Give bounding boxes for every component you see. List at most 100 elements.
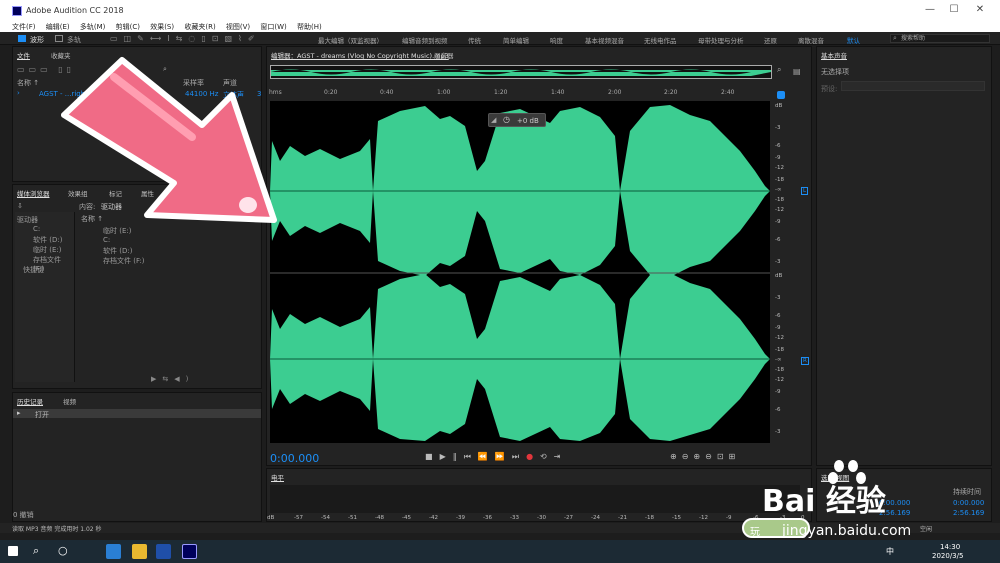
undo-count: 0 撤销	[13, 511, 34, 519]
workspace-0[interactable]: 最大编辑（双监视器）	[318, 35, 383, 45]
baidu-url: jingyan.baidu.com	[782, 523, 912, 539]
snap-icon[interactable]	[777, 91, 785, 99]
zoom-in-amplitude-icon[interactable]: ⊕	[670, 452, 682, 461]
zoom-out-amplitude-icon[interactable]: ⊖	[682, 452, 694, 461]
zoom-selection-icon[interactable]: ⊞	[729, 452, 741, 461]
timecode-display[interactable]: 0:00.000	[270, 452, 319, 465]
app-icon[interactable]	[156, 544, 171, 559]
channel-left-toggle[interactable]: L	[801, 187, 809, 195]
menu-window[interactable]: 窗口(W)	[260, 22, 286, 32]
files-col-name[interactable]: 名称 ↑	[17, 78, 39, 88]
list-item-d[interactable]: 软件 (D:)	[103, 246, 132, 256]
workspace-4[interactable]: 响度	[550, 35, 563, 45]
play-icon[interactable]: ▶	[440, 452, 453, 461]
db-tick: -9	[775, 325, 781, 331]
forward-icon[interactable]: ⏩	[495, 452, 512, 461]
overview-menu-icon[interactable]: ▤	[793, 67, 801, 76]
workspace-2[interactable]: 传统	[468, 35, 481, 45]
baidu-watermark: 玩 Bai 经验 jingyan.baidu.com	[742, 450, 997, 540]
menu-clip[interactable]: 剪辑(C)	[116, 22, 140, 32]
db-tick: -∞	[775, 187, 782, 193]
multitrack-tab[interactable]: 多轨	[67, 35, 81, 45]
tool-icons[interactable]: ▭◫✎⟷I⇆◌▯⊡▧⌇✐	[110, 34, 261, 43]
audition-taskbar-icon[interactable]	[182, 544, 197, 559]
tab-editor[interactable]: 编辑器：AGST - dreams (Vlog No Copyright Mus…	[271, 50, 449, 60]
tab-media-browser[interactable]: 媒体浏览器	[17, 188, 50, 198]
waveform-tab[interactable]: 波形	[30, 35, 44, 45]
tab-history[interactable]: 历史记录	[17, 396, 43, 406]
tree-item-c[interactable]: C:	[33, 225, 40, 233]
search-icon[interactable]: ⌕	[33, 544, 39, 558]
preset-select[interactable]	[841, 81, 985, 91]
minimize-button[interactable]: —	[918, 4, 942, 15]
workspace-7[interactable]: 母带处理与分析	[698, 35, 744, 45]
media-nav-icon[interactable]: ⇩	[17, 202, 23, 210]
workspace-5[interactable]: 基本视频混音	[585, 35, 624, 45]
tab-mixer[interactable]: 混音器	[434, 50, 454, 60]
zoom-controls[interactable]: ⊕⊖⊕⊖⊡⊞	[670, 452, 740, 461]
db-tick: -12	[775, 207, 784, 213]
menu-view[interactable]: 视图(V)	[226, 22, 250, 32]
skip-forward-icon[interactable]: ⏭	[512, 452, 526, 461]
task-view-icon[interactable]: ○	[58, 544, 68, 557]
edge-icon[interactable]	[106, 544, 121, 559]
clock-time[interactable]: 14:30	[940, 543, 960, 551]
explorer-icon[interactable]	[132, 544, 147, 559]
menu-help[interactable]: 帮助(H)	[297, 22, 322, 32]
level-tick: -27	[564, 515, 573, 521]
skip-back-icon[interactable]: ⏮	[464, 452, 478, 461]
loop-icon[interactable]: ⟲	[540, 452, 554, 461]
workspace-default[interactable]: 默认	[847, 35, 860, 45]
history-item-row[interactable]: ▸ 打开	[13, 409, 261, 419]
zoom-in-time-icon[interactable]: ⊕	[693, 452, 705, 461]
close-button[interactable]: ✕	[968, 4, 992, 15]
skip-icon[interactable]: ⇥	[554, 452, 568, 461]
pink-arrow-overlay	[61, 57, 277, 223]
db-tick: -6	[775, 313, 781, 319]
db-tick: -18	[775, 197, 784, 203]
transport-controls[interactable]: ■▶‖⏮⏪⏩⏭●⟲⇥	[425, 452, 567, 462]
waveform-view-icon[interactable]	[18, 35, 26, 42]
time-ruler[interactable]: hms 0:20 0:40 1:00 1:20 1:40 2:00 2:20 2…	[269, 89, 769, 99]
maximize-button[interactable]: ☐	[942, 4, 966, 15]
menu-file[interactable]: 文件(F)	[12, 22, 36, 32]
menu-favorites[interactable]: 收藏夹(R)	[184, 22, 215, 32]
zoom-full-icon[interactable]: ⌕	[777, 65, 781, 75]
windows-start-icon[interactable]	[8, 546, 18, 556]
rewind-icon[interactable]: ⏪	[478, 452, 495, 461]
ruler-tick: 1:20	[494, 89, 508, 96]
help-search-input[interactable]: 搜索帮助	[890, 34, 990, 43]
zoom-out-time-icon[interactable]: ⊖	[705, 452, 717, 461]
files-row-arrow-icon[interactable]: ›	[17, 89, 20, 97]
tab-files[interactable]: 文件	[17, 50, 30, 60]
tab-level[interactable]: 电平	[271, 472, 284, 482]
overview-waveform[interactable]	[270, 65, 772, 79]
record-icon[interactable]: ●	[526, 452, 540, 461]
media-playback-icons[interactable]: ▶⇆◀)	[151, 375, 194, 383]
workspace-3[interactable]: 简单编辑	[503, 35, 529, 45]
clock-date[interactable]: 2020/3/5	[932, 552, 963, 560]
menu-edit[interactable]: 编辑(E)	[46, 22, 70, 32]
list-item-f[interactable]: 存档文件 (F:)	[103, 256, 145, 266]
stop-icon[interactable]: ■	[425, 452, 440, 461]
knob-icon[interactable]: ◷	[503, 115, 510, 124]
tree-item-shortcuts[interactable]: 快捷键	[23, 265, 44, 275]
workspace-9[interactable]: 离散混音	[798, 35, 824, 45]
zoom-full-icon[interactable]: ⊡	[717, 452, 729, 461]
channel-right-toggle[interactable]: R	[801, 357, 809, 365]
waveform-display[interactable]	[270, 101, 770, 443]
workspace-1[interactable]: 编辑音频到视频	[402, 35, 448, 45]
workspace-6[interactable]: 无线电作品	[644, 35, 677, 45]
multitrack-view-icon[interactable]	[55, 35, 63, 42]
menu-effects[interactable]: 效果(S)	[150, 22, 174, 32]
hud-gain[interactable]: ◢ ◷ +0 dB	[488, 113, 546, 127]
essential-sound-title[interactable]: 基本声音	[821, 50, 847, 60]
tree-item-e[interactable]: 临时 (E:)	[33, 245, 61, 255]
workspace-8[interactable]: 还原	[764, 35, 777, 45]
tree-item-drives[interactable]: 驱动器	[17, 215, 38, 225]
db-tick: -12	[775, 377, 784, 383]
pause-icon[interactable]: ‖	[453, 452, 464, 461]
ime-indicator[interactable]: 中	[886, 546, 894, 557]
tab-video[interactable]: 视频	[63, 396, 76, 406]
menu-multitrack[interactable]: 多轨(M)	[80, 22, 106, 32]
